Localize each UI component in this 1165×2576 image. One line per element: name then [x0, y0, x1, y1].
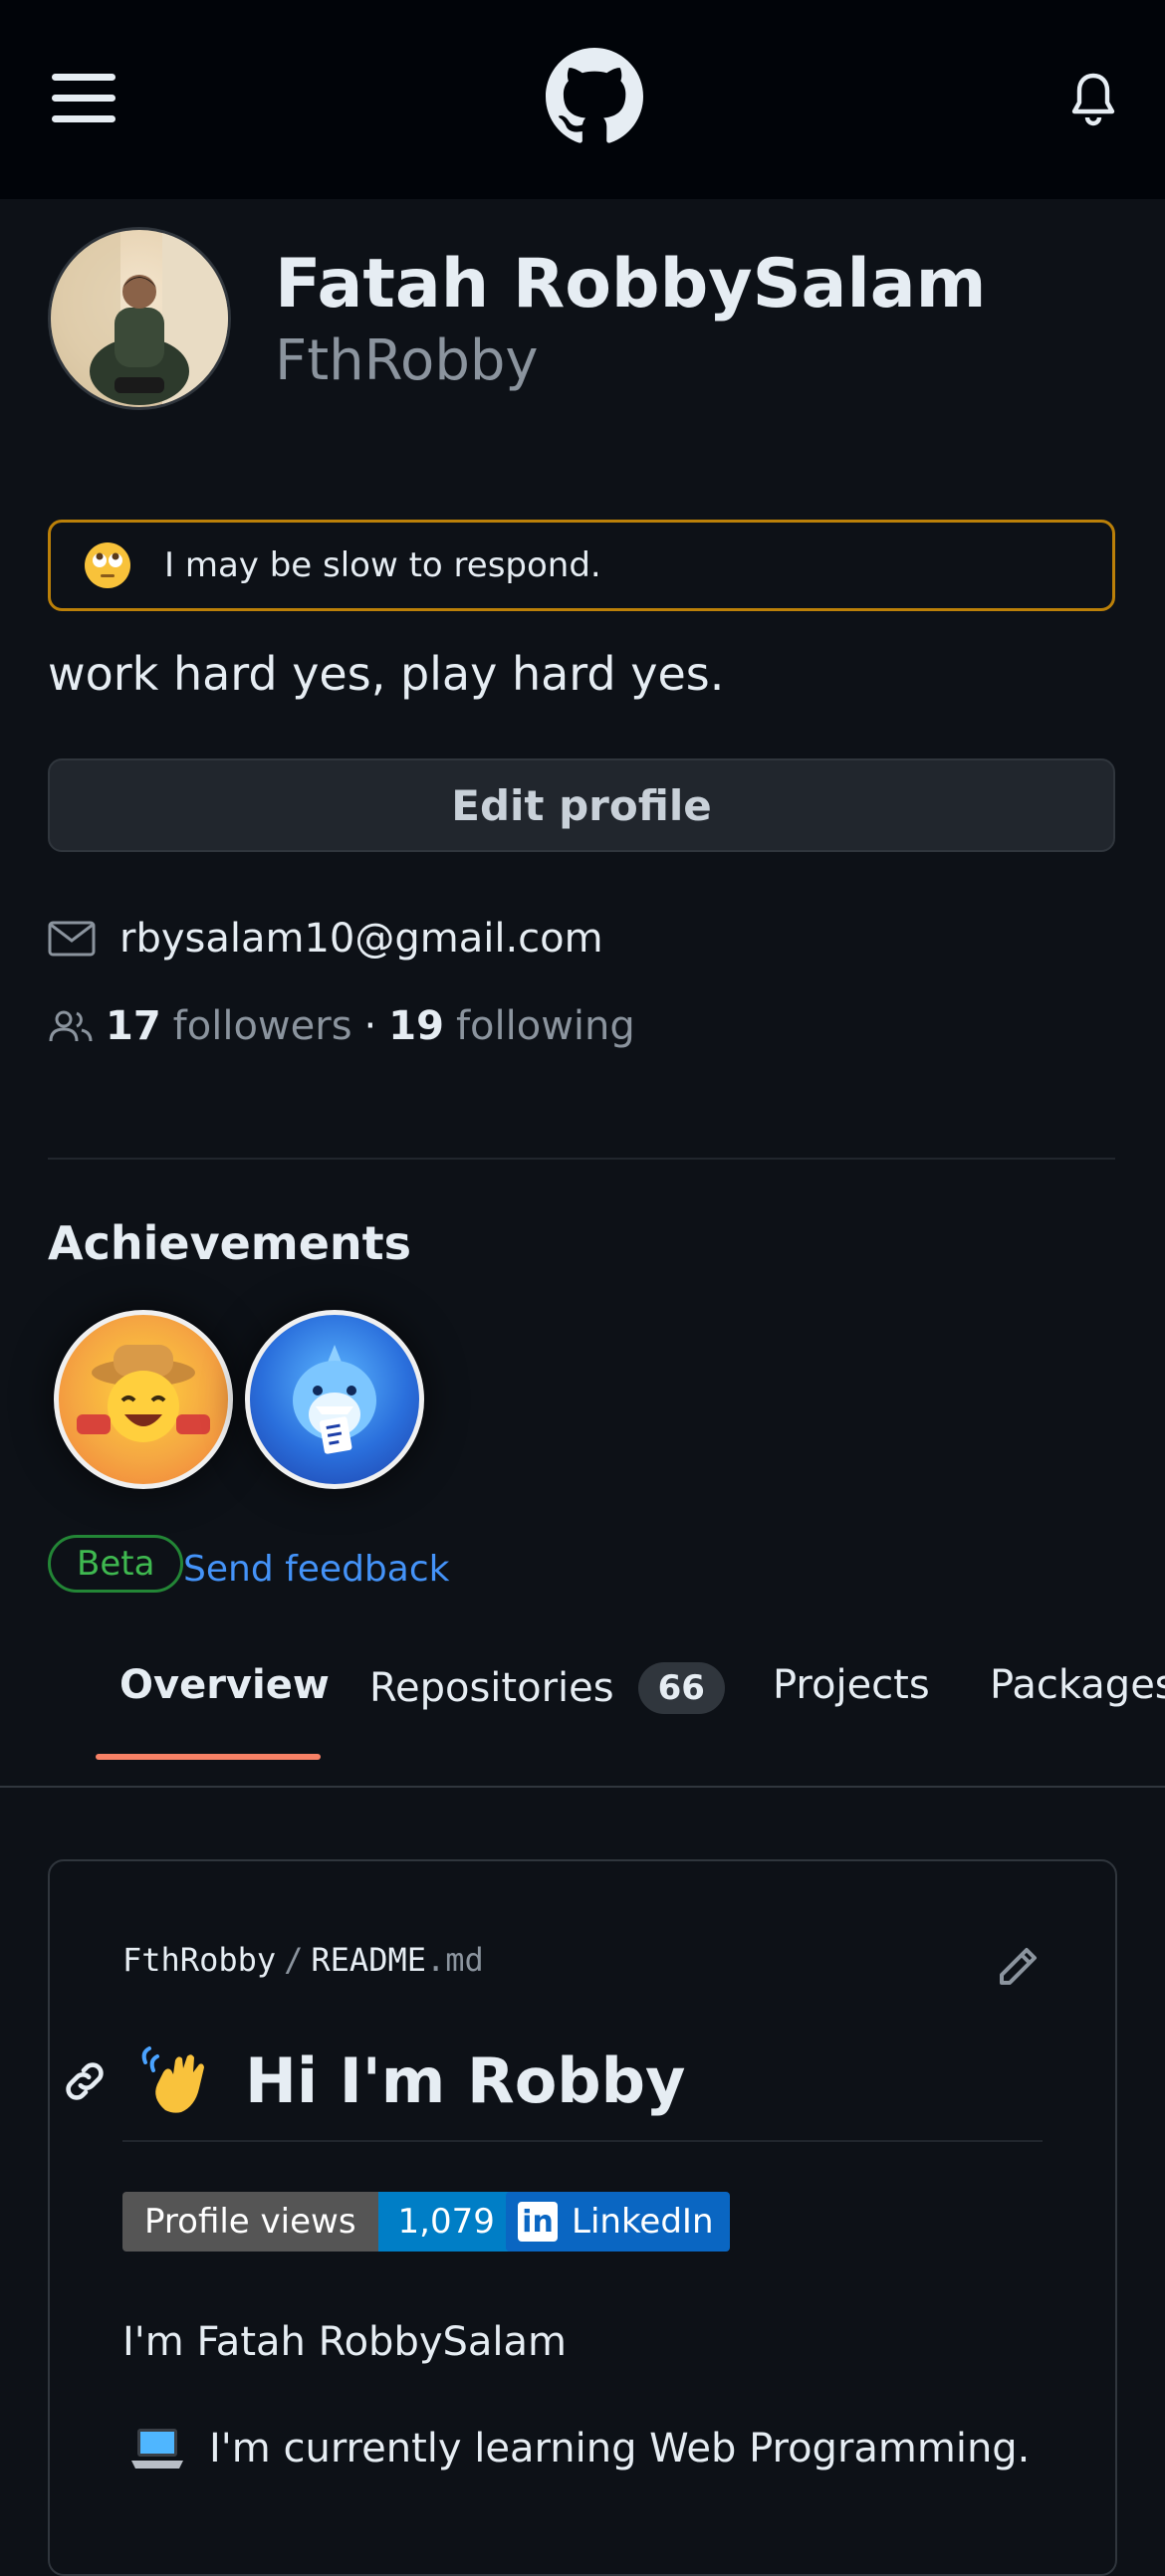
- follow-stats: 17 followers · 19 following: [48, 1003, 635, 1049]
- path-separator: /: [284, 1941, 304, 1979]
- tab-repositories-label: Repositories: [369, 1665, 614, 1711]
- tabs-divider: [0, 1786, 1165, 1788]
- mail-icon: [48, 921, 96, 957]
- status-text: I may be slow to respond.: [164, 545, 601, 585]
- link-icon[interactable]: [60, 2056, 110, 2106]
- following-label[interactable]: following: [456, 1003, 635, 1049]
- divider: [48, 1158, 1115, 1160]
- top-header: [0, 0, 1165, 199]
- hamburger-menu-icon[interactable]: [44, 58, 123, 137]
- bell-icon[interactable]: [1057, 64, 1129, 135]
- status-card[interactable]: I may be slow to respond.: [48, 520, 1115, 611]
- tab-projects[interactable]: Projects: [773, 1662, 930, 1708]
- waving-hand-icon: [137, 2040, 217, 2120]
- beta-label: Beta: [48, 1535, 184, 1593]
- profile-bio: work hard yes, play hard yes.: [48, 647, 725, 701]
- follow-separator: ·: [363, 1003, 377, 1049]
- tab-repositories[interactable]: Repositories 66: [369, 1662, 725, 1714]
- linkedin-badge[interactable]: in LinkedIn: [506, 2192, 730, 2252]
- following-count[interactable]: 19: [388, 1003, 444, 1049]
- github-octocat-icon[interactable]: [543, 45, 646, 148]
- face-with-rolling-eyes-icon: [85, 542, 130, 588]
- pull-shark-achievement-badge[interactable]: [245, 1310, 424, 1489]
- readme-learning-item: I'm currently learning Web Programming.: [129, 2425, 1030, 2472]
- readme-owner[interactable]: FthRobby: [122, 1941, 276, 1979]
- readme-path: FthRobby / README.md: [122, 1941, 484, 1979]
- linkedin-icon: in: [518, 2202, 558, 2242]
- tab-overview-label: Overview: [119, 1662, 330, 1708]
- tab-projects-label: Projects: [773, 1662, 930, 1708]
- profile-name: Fatah RobbySalam: [275, 245, 987, 323]
- readme-heading-text: Hi I'm Robby: [245, 2043, 686, 2117]
- active-tab-indicator: [96, 1754, 321, 1760]
- profile-login: FthRobby: [275, 328, 539, 393]
- email-text: rbysalam10@gmail.com: [119, 916, 603, 962]
- heading-rule: [122, 2140, 1043, 2142]
- yolo-achievement-badge[interactable]: [54, 1310, 233, 1489]
- readme-intro: I'm Fatah RobbySalam: [122, 2319, 567, 2365]
- pencil-icon[interactable]: [994, 1943, 1042, 1991]
- achievements-title: Achievements: [48, 1216, 412, 1270]
- profile-views-label: Profile views: [122, 2192, 378, 2252]
- linkedin-label: LinkedIn: [572, 2202, 714, 2242]
- readme-file-ext: .md: [425, 1941, 484, 1979]
- followers-label[interactable]: followers: [173, 1003, 352, 1049]
- edit-profile-button[interactable]: Edit profile: [48, 758, 1115, 852]
- readme-heading: Hi I'm Robby: [137, 2040, 685, 2120]
- email-item[interactable]: rbysalam10@gmail.com: [48, 916, 603, 962]
- laptop-icon: [129, 2425, 185, 2472]
- profile-views-count: 1,079: [377, 2192, 515, 2252]
- avatar[interactable]: [48, 227, 231, 410]
- tab-packages[interactable]: Packages: [990, 1662, 1165, 1708]
- send-feedback-link[interactable]: Send feedback: [183, 1549, 450, 1590]
- people-icon: [48, 1008, 94, 1044]
- repositories-count-badge: 66: [637, 1662, 725, 1714]
- profile-views-badge: Profile views 1,079: [122, 2192, 515, 2252]
- followers-count[interactable]: 17: [106, 1003, 161, 1049]
- tab-packages-label: Packages: [990, 1662, 1165, 1708]
- readme-file-base[interactable]: README: [311, 1941, 426, 1979]
- profile-tabs: Overview Repositories 66 Projects Packag…: [0, 1632, 1165, 1788]
- tab-overview[interactable]: Overview: [119, 1662, 330, 1708]
- readme-learning-text: I'm currently learning Web Programming.: [209, 2426, 1031, 2471]
